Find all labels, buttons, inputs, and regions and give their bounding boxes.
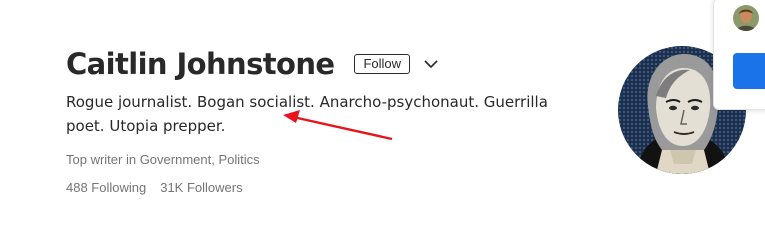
user-avatar-image xyxy=(733,5,759,31)
followers-count[interactable]: 31K Followers xyxy=(160,180,242,195)
account-popover xyxy=(713,0,765,110)
chevron-down-icon xyxy=(424,59,438,68)
author-profile-page: Caitlin Johnstone Follow Rogue journalis… xyxy=(0,0,765,246)
author-name: Caitlin Johnstone xyxy=(66,47,335,81)
more-options-button[interactable] xyxy=(422,55,440,73)
popover-action-button[interactable] xyxy=(733,53,765,89)
user-avatar[interactable] xyxy=(733,5,759,31)
follow-button[interactable]: Follow xyxy=(354,54,411,74)
author-header: Caitlin Johnstone Follow xyxy=(66,42,440,86)
top-writer-label[interactable]: Top writer in Government, Politics xyxy=(66,152,260,167)
author-bio: Rogue journalist. Bogan socialist. Anarc… xyxy=(66,93,548,135)
follow-stats: 488 Following 31K Followers xyxy=(66,180,243,195)
following-count[interactable]: 488 Following xyxy=(66,180,146,195)
